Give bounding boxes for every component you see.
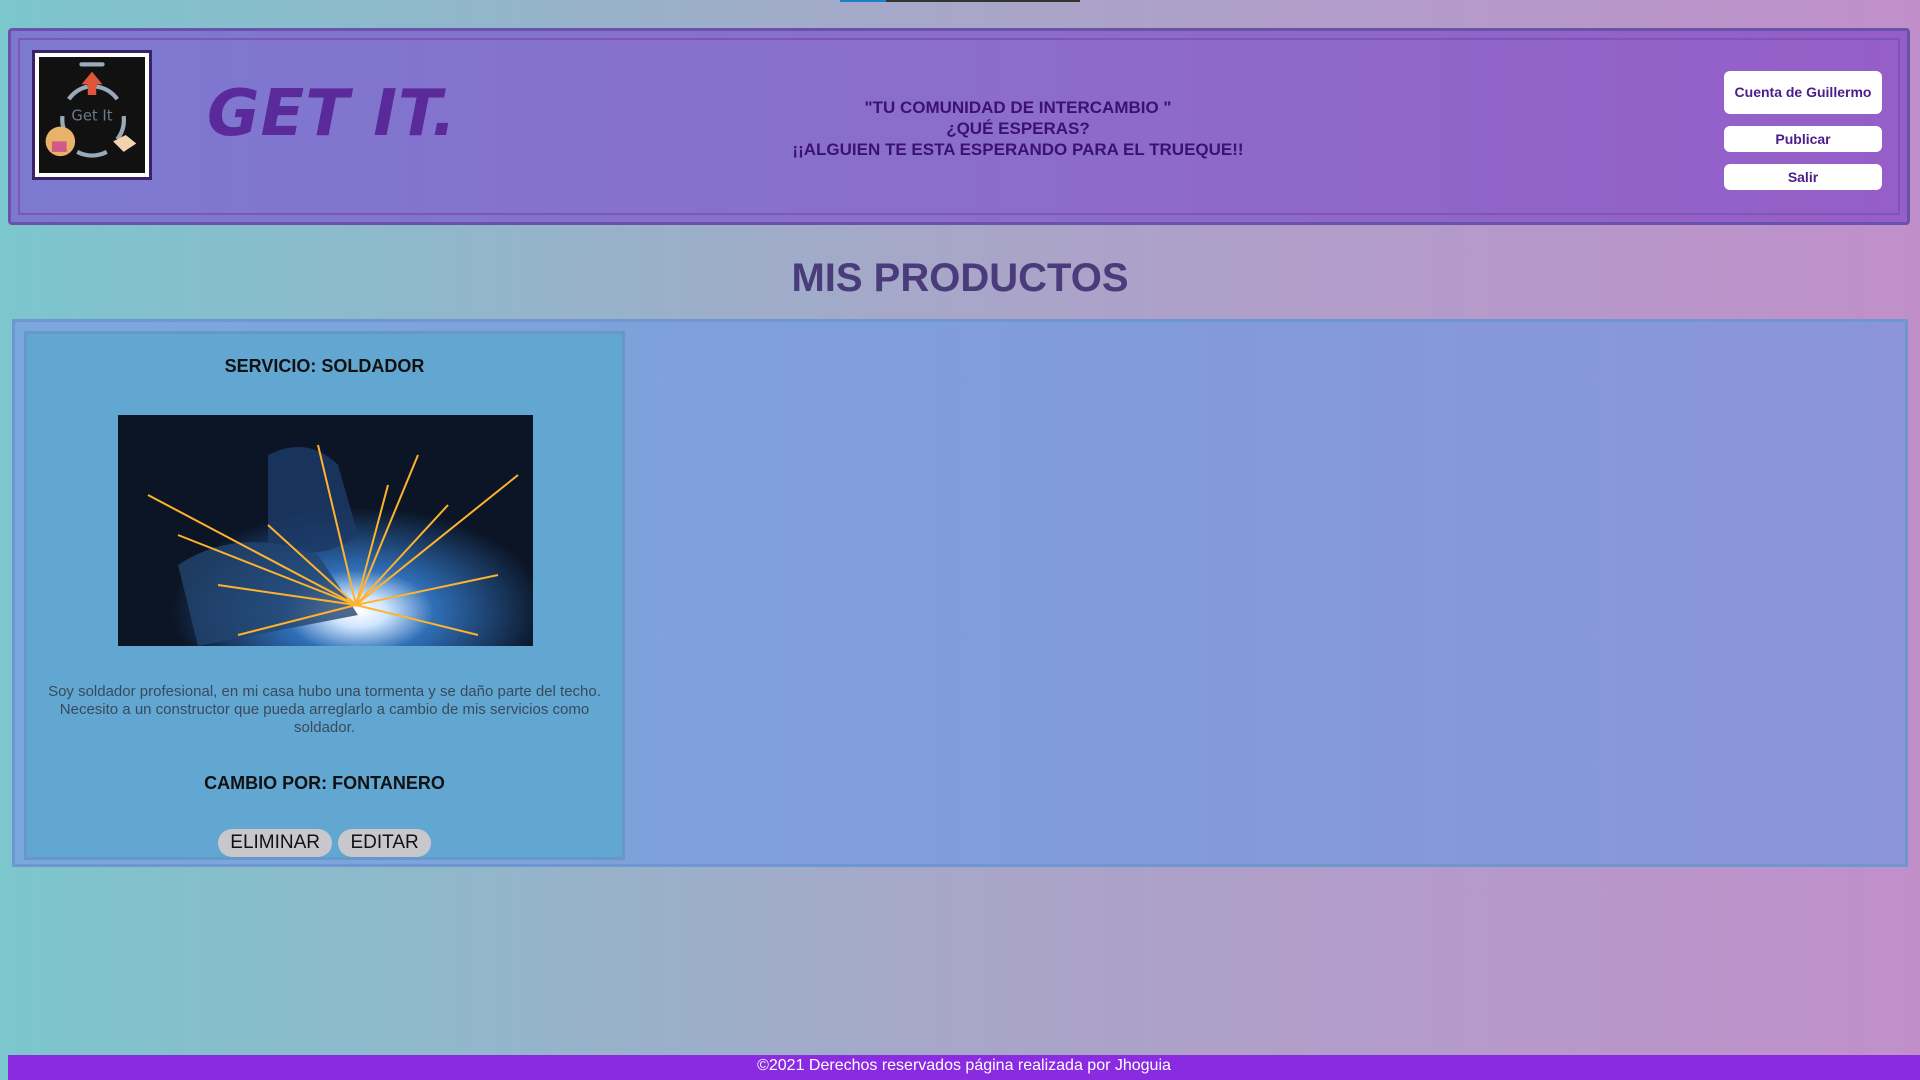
- product-image: [118, 415, 533, 646]
- tagline-line-3: ¡¡ALGUIEN TE ESTA ESPERANDO PARA EL TRUE…: [792, 140, 1244, 159]
- account-actions: Cuenta de Guillermo Publicar Salir: [1724, 71, 1882, 202]
- edit-button[interactable]: EDITAR: [338, 829, 431, 857]
- products-grid: SERVICIO: SOLDADOR Soy soldador profesio…: [12, 319, 1908, 867]
- top-scroll-indicator: [840, 0, 1080, 2]
- logout-button[interactable]: Salir: [1724, 164, 1882, 190]
- account-button[interactable]: Cuenta de Guillermo: [1724, 71, 1882, 114]
- delete-button[interactable]: ELIMINAR: [218, 829, 333, 857]
- brand-title: GET IT.: [207, 77, 458, 151]
- product-actions: ELIMINAR EDITAR: [27, 829, 622, 857]
- svg-text:Get It: Get It: [71, 107, 112, 124]
- tagline: "TU COMUNIDAD DE INTERCAMBIO " ¿QUÉ ESPE…: [718, 97, 1318, 160]
- product-exchange: CAMBIO POR: FONTANERO: [204, 773, 445, 793]
- tagline-line-1: "TU COMUNIDAD DE INTERCAMBIO ": [864, 98, 1172, 117]
- logo[interactable]: Get It: [32, 50, 152, 180]
- site-header: Get It GET IT. "TU COMUNIDAD DE INTERCAM…: [8, 28, 1910, 225]
- page-title: MIS PRODUCTOS: [791, 256, 1129, 300]
- product-description: Soy soldador profesional, en mi casa hub…: [48, 683, 601, 736]
- site-footer: ©2021 Derechos reservados página realiza…: [8, 1055, 1920, 1080]
- publish-button[interactable]: Publicar: [1724, 126, 1882, 152]
- product-card: SERVICIO: SOLDADOR Soy soldador profesio…: [24, 331, 625, 860]
- tagline-line-2: ¿QUÉ ESPERAS?: [946, 119, 1090, 138]
- logo-icon: Get It: [39, 57, 145, 173]
- product-service-title: SERVICIO: SOLDADOR: [224, 356, 425, 376]
- welder-photo-icon: [118, 415, 533, 646]
